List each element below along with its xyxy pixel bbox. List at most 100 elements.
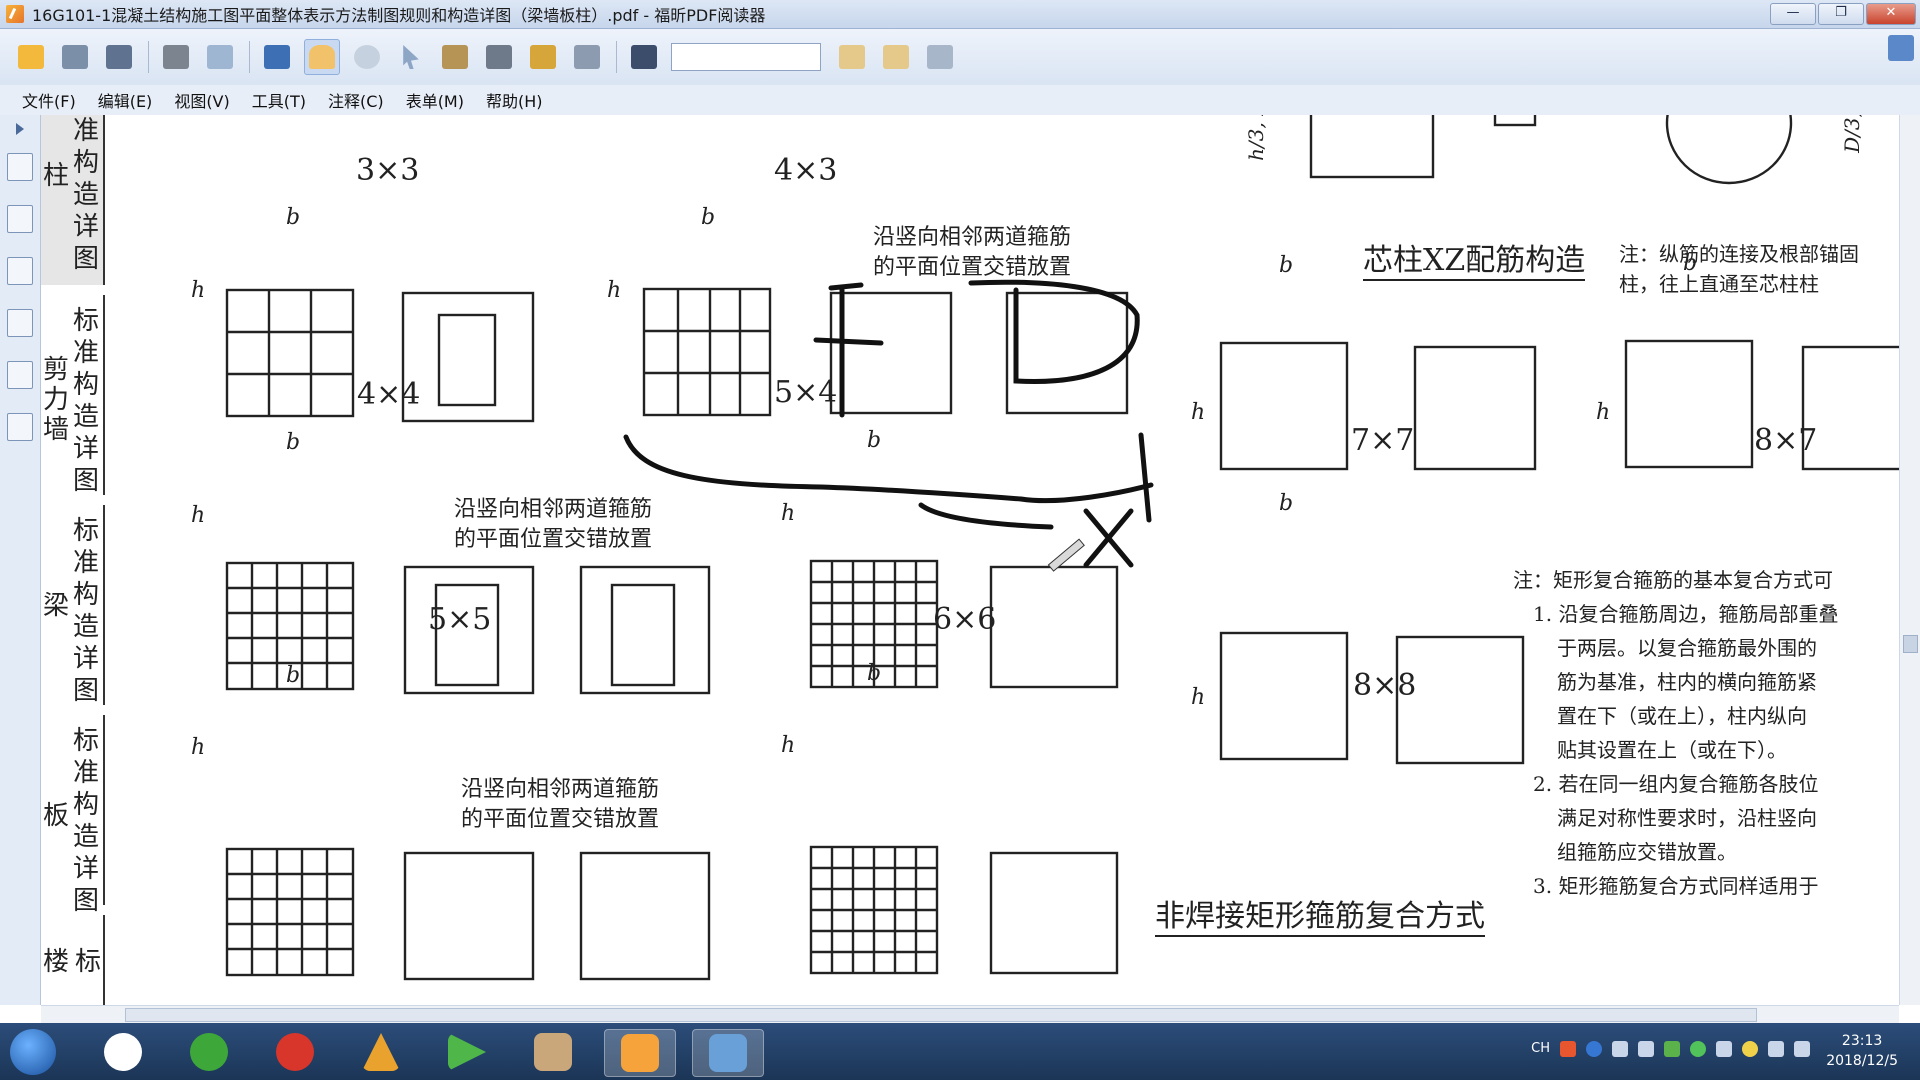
note-line: 贴其设置在上（或在下）。 [1557, 738, 1787, 762]
menu-form[interactable]: 表单(M) [406, 88, 464, 112]
wechat-icon[interactable] [1690, 1041, 1706, 1057]
scrollbar-thumb[interactable] [1903, 635, 1918, 653]
menu-comment[interactable]: 注释(C) [328, 88, 384, 112]
search-input[interactable] [671, 43, 821, 71]
note-line: 满足对称性要求时，沿柱竖向 [1557, 806, 1817, 830]
network-icon[interactable] [1664, 1041, 1680, 1057]
dim-h-label: h [781, 501, 796, 526]
volume-icon[interactable] [1716, 1041, 1732, 1057]
note-line: 1. 沿复合箍筋周边，箍筋局部重叠 [1533, 602, 1839, 626]
select-icon[interactable] [394, 40, 428, 74]
input-method-icon[interactable] [1560, 1041, 1576, 1057]
comments-icon[interactable] [7, 309, 33, 337]
note-line: 组箍筋应交错放置。 [1557, 840, 1737, 864]
menu-file[interactable]: 文件(F) [22, 88, 76, 112]
restore-button[interactable]: ❐ [1818, 3, 1864, 25]
window-title: 16G101-1混凝土结构施工图平面整体表示方法制图规则和构造详图（梁墙板柱）.… [32, 6, 766, 25]
video-player-icon[interactable] [432, 1029, 502, 1075]
start-button[interactable] [10, 1029, 56, 1075]
minimize-button[interactable]: — [1770, 3, 1816, 25]
clock-date: 2018/12/5 [1826, 1053, 1898, 1069]
grid-label: 4×3 [774, 153, 838, 188]
battery-icon[interactable] [1768, 1041, 1784, 1057]
document-view[interactable]: 柱 准构造详图 剪力墙 标准构造详图 梁 标准构造详图 板 标准构造详图 楼 标 [41, 115, 1899, 1005]
foxit-reader-icon[interactable] [604, 1029, 676, 1077]
dim-h-label: h [781, 733, 796, 758]
dim-h-label: h [1596, 400, 1611, 425]
sign-icon[interactable] [570, 40, 604, 74]
grid-label: 5×5 [428, 602, 492, 637]
note-line: 筋为基准，柱内的横向箍筋紧 [1557, 670, 1817, 694]
clock[interactable]: 23:13 2018/12/5 [1826, 1031, 1898, 1071]
help-icon[interactable] [1586, 1041, 1602, 1057]
menu-edit[interactable]: 编辑(E) [98, 88, 153, 112]
find-icon[interactable] [627, 40, 661, 74]
menu-tools[interactable]: 工具(T) [252, 88, 306, 112]
snapshot-icon[interactable] [482, 40, 516, 74]
scan-icon[interactable] [203, 40, 237, 74]
dim-h-label: h [191, 735, 206, 760]
system-tray: CH [1531, 1041, 1810, 1057]
grid-label: 6×6 [933, 602, 997, 637]
dim-d3-label: D/3, [1839, 115, 1864, 153]
zoom-icon[interactable] [350, 40, 384, 74]
note-line: 3. 矩形箍筋复合方式同样适用于 [1533, 874, 1819, 898]
stagger-note: 沿竖向相邻两道箍筋 的平面位置交错放置 [461, 777, 660, 832]
dim-b-label: b [286, 205, 301, 230]
export-icon[interactable] [923, 40, 957, 74]
save-icon[interactable] [58, 40, 92, 74]
media-player-icon[interactable] [260, 1029, 330, 1075]
security-icon[interactable] [1742, 1041, 1758, 1057]
text-select-icon[interactable] [438, 40, 472, 74]
ie-browser-icon[interactable] [174, 1029, 244, 1075]
stamp-icon[interactable] [526, 40, 560, 74]
scrollbar-thumb[interactable] [125, 1008, 1757, 1022]
dim-b-label: b [867, 428, 882, 453]
layers-icon[interactable] [7, 257, 33, 285]
bookmarks-icon[interactable] [7, 153, 33, 181]
keyboard-icon[interactable] [1638, 1041, 1654, 1057]
fullscreen-icon[interactable] [1888, 35, 1914, 61]
navigation-panel [0, 115, 41, 1005]
signal-icon[interactable] [1794, 1041, 1810, 1057]
next-icon[interactable] [879, 40, 913, 74]
grid-label: 7×7 [1351, 423, 1415, 458]
dim-b-label: b [701, 205, 716, 230]
expand-arrow-icon[interactable] [16, 123, 24, 135]
pen-icon[interactable] [1612, 1041, 1628, 1057]
dim-b-label: b [867, 661, 882, 686]
dim-h-label: h [607, 278, 622, 303]
prev-icon[interactable] [835, 40, 869, 74]
grid-label: 5×4 [774, 375, 838, 410]
grid-label: 8×7 [1754, 423, 1818, 458]
horizontal-scrollbar[interactable] [41, 1005, 1899, 1024]
open-icon[interactable] [14, 40, 48, 74]
close-button[interactable]: ✕ [1866, 3, 1916, 25]
composite-notes: 注：矩形复合箍筋的基本复合方式可 1. 沿复合箍筋周边，箍筋局部重叠 于两层。以… [1513, 563, 1899, 903]
screen-capture-icon[interactable] [692, 1029, 764, 1077]
menu-help[interactable]: 帮助(H) [486, 88, 543, 112]
baidu-netdisk-icon[interactable] [88, 1029, 158, 1075]
clock-time: 23:13 [1841, 1033, 1883, 1049]
attachments-icon[interactable] [7, 361, 33, 389]
display-icon[interactable] [260, 40, 294, 74]
hand-icon[interactable] [304, 39, 340, 75]
signatures-icon[interactable] [7, 413, 33, 441]
vertical-scrollbar[interactable] [1899, 115, 1920, 1005]
note-line: 注：矩形复合箍筋的基本复合方式可 [1513, 568, 1833, 592]
note-line: 于两层。以复合箍筋最外围的 [1557, 636, 1817, 660]
dim-h-label: h [191, 503, 206, 528]
grid-label: 4×4 [357, 377, 421, 412]
dim-h-label: h [191, 278, 206, 303]
language-indicator[interactable]: CH [1531, 1041, 1550, 1057]
section-title: 非焊接矩形箍筋复合方式 [1155, 891, 1485, 937]
print-icon[interactable] [159, 40, 193, 74]
stagger-note: 沿竖向相邻两道箍筋 的平面位置交错放置 [873, 225, 1072, 280]
pencil-app-icon[interactable] [346, 1029, 416, 1075]
save-as-icon[interactable] [102, 40, 136, 74]
dim-b-label: b [1279, 253, 1294, 278]
tools-icon[interactable] [518, 1029, 588, 1075]
menu-view[interactable]: 视图(V) [174, 88, 229, 112]
grid-label: 3×3 [356, 153, 420, 188]
pages-icon[interactable] [7, 205, 33, 233]
